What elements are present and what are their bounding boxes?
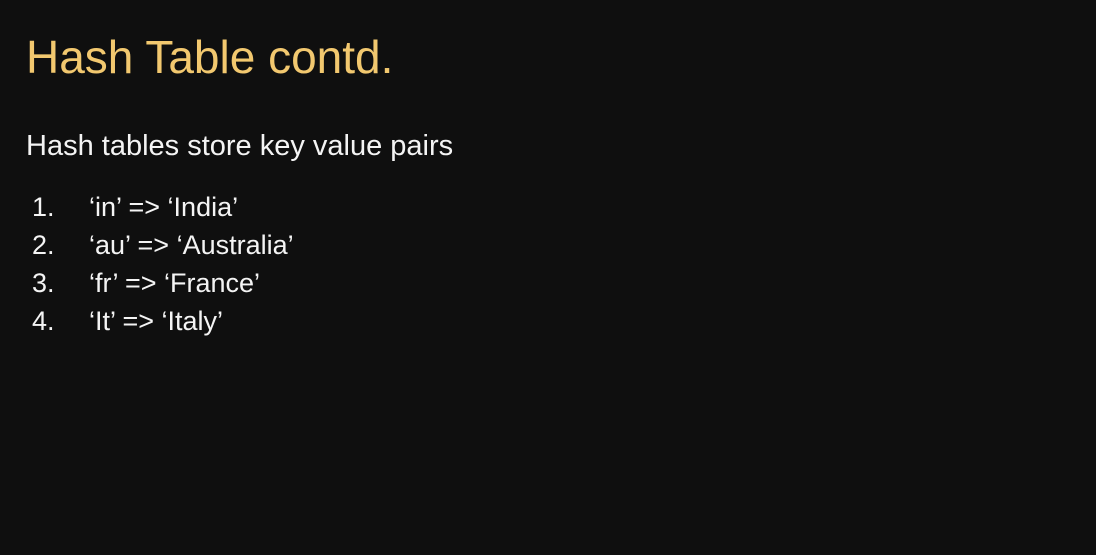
list-item-text: ‘fr’ => ‘France’ xyxy=(89,268,261,298)
list-item-number: 4. xyxy=(32,306,55,336)
list-item-number: 2. xyxy=(32,230,55,260)
key-value-list: 1. ‘in’ => ‘India’ 2. ‘au’ => ‘Australia’ … xyxy=(32,188,294,340)
list-item-text: ‘au’ => ‘Australia’ xyxy=(89,230,294,260)
list-item: 2. ‘au’ => ‘Australia’ xyxy=(32,226,294,264)
list-item: 4. ‘It’ => ‘Italy’ xyxy=(32,302,294,340)
list-item-text: ‘in’ => ‘India’ xyxy=(89,192,239,222)
list-item-number: 1. xyxy=(32,192,55,222)
list-item: 1. ‘in’ => ‘India’ xyxy=(32,188,294,226)
list-item: 3. ‘fr’ => ‘France’ xyxy=(32,264,294,302)
slide-title: Hash Table contd. xyxy=(26,31,394,83)
list-item-number: 3. xyxy=(32,268,55,298)
intro-text: Hash tables store key value pairs xyxy=(26,130,454,162)
list-item-text: ‘It’ => ‘Italy’ xyxy=(89,306,224,336)
slide: Hash Table contd. Hash tables store key … xyxy=(0,0,1096,555)
